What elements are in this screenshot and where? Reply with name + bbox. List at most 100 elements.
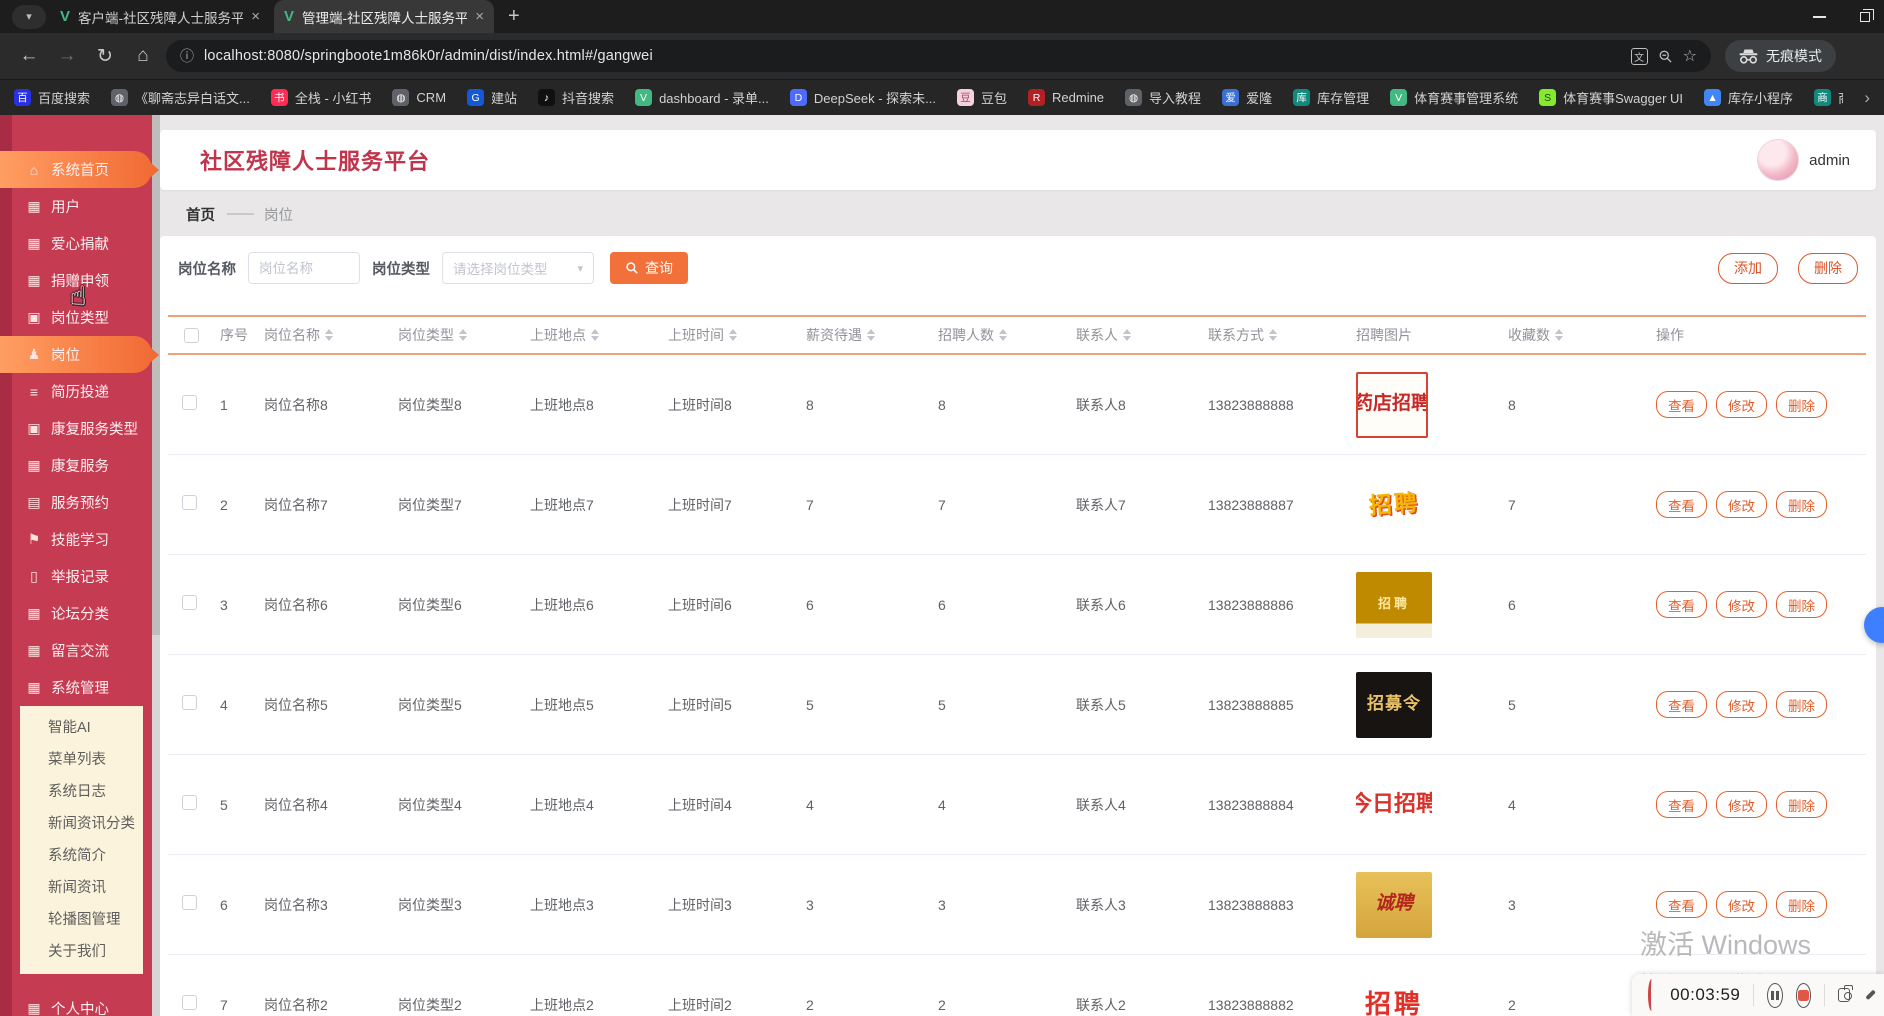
row-checkbox[interactable] [182, 895, 197, 910]
browser-tab[interactable]: V 客户端-社区残障人士服务平台 × [50, 0, 270, 33]
view-button[interactable]: 查看 [1656, 591, 1707, 618]
sidebar-subitem[interactable]: 菜单列表 [20, 744, 143, 776]
site-info-icon[interactable]: ⓘ [180, 46, 194, 66]
sidebar-item[interactable]: ▦ 个人中心 [0, 990, 152, 1016]
edit-button[interactable]: 修改 [1716, 891, 1767, 918]
recruit-poster-image[interactable]: 招聘 [1354, 469, 1434, 540]
edit-button[interactable]: 修改 [1716, 791, 1767, 818]
column-header[interactable]: 岗位名称 [248, 325, 382, 345]
edit-button[interactable]: 修改 [1716, 591, 1767, 618]
bookmark-item[interactable]: S 体育赛事Swagger UI [1539, 88, 1683, 107]
column-header[interactable]: 上班时间 [652, 325, 790, 345]
sidebar-item[interactable]: ▯ 举报记录 [0, 558, 152, 595]
view-button[interactable]: 查看 [1656, 891, 1707, 918]
row-checkbox[interactable] [182, 495, 197, 510]
stop-record-button[interactable] [1796, 983, 1812, 1008]
column-header[interactable]: 岗位类型 [382, 325, 514, 345]
column-header[interactable]: 上班地点 [514, 325, 652, 345]
url-bar[interactable]: ⓘ localhost:8080/springboote1m86k0r/admi… [166, 40, 1711, 72]
forward-icon[interactable]: → [52, 45, 82, 67]
sidebar-item[interactable]: ♟ 岗位 [0, 336, 152, 373]
bookmark-item[interactable]: 豆 豆包 [957, 88, 1007, 107]
avatar[interactable] [1757, 139, 1799, 181]
row-checkbox[interactable] [182, 695, 197, 710]
view-button[interactable]: 查看 [1656, 391, 1707, 418]
reload-icon[interactable]: ↻ [90, 45, 120, 68]
row-delete-button[interactable]: 删除 [1776, 391, 1827, 418]
screenshot-camera-icon[interactable] [1838, 988, 1850, 1002]
bookmark-item[interactable]: 百 百度搜索 [14, 88, 90, 107]
column-header[interactable]: 序号 [204, 325, 248, 345]
sidebar-item[interactable]: ⌂ 系统首页 [0, 151, 152, 188]
sidebar-item[interactable]: ▦ 留言交流 [0, 632, 152, 669]
sort-icon[interactable] [1269, 329, 1277, 341]
recruit-poster-image[interactable]: 招聘 [1356, 572, 1432, 638]
new-tab-button[interactable]: + [508, 5, 520, 28]
sidebar-subitem[interactable]: 系统简介 [20, 840, 143, 872]
sidebar-item[interactable]: ▦ 康复服务 [0, 447, 152, 484]
row-checkbox[interactable] [182, 595, 197, 610]
row-checkbox[interactable] [182, 795, 197, 810]
bookmark-item[interactable]: 库 库存管理 [1293, 88, 1369, 107]
row-delete-button[interactable]: 删除 [1776, 491, 1827, 518]
sort-icon[interactable] [999, 329, 1007, 341]
zoom-out-icon[interactable] [1658, 49, 1673, 64]
column-header[interactable] [168, 328, 204, 343]
bookmark-item[interactable]: ◍ 导入教程 [1125, 88, 1201, 107]
sidebar-item[interactable]: ▦ 用户 [0, 188, 152, 225]
sidebar-item[interactable]: ▣ 康复服务类型 [0, 410, 152, 447]
recruit-poster-image[interactable]: 招募令 [1356, 672, 1432, 738]
view-button[interactable]: 查看 [1656, 791, 1707, 818]
column-header[interactable]: 招聘人数 [922, 325, 1060, 345]
sidebar-item[interactable]: ▦ 系统管理 [0, 669, 152, 706]
column-header[interactable]: 招聘图片 [1340, 325, 1492, 345]
sidebar-scrollbar[interactable] [152, 115, 160, 1016]
row-checkbox[interactable] [182, 395, 197, 410]
bookmark-item[interactable]: 书 全栈 - 小红书 [271, 88, 372, 107]
row-delete-button[interactable]: 删除 [1776, 891, 1827, 918]
sidebar-subitem[interactable]: 轮播图管理 [20, 904, 143, 936]
recruit-poster-image[interactable]: 诚聘 [1356, 872, 1432, 938]
bookmarks-overflow-icon[interactable]: › [1864, 88, 1870, 108]
sidebar-item[interactable]: ≡ 简历投递 [0, 373, 152, 410]
sort-icon[interactable] [1123, 329, 1131, 341]
browser-tab[interactable]: V 管理端-社区残障人士服务平台 × [274, 0, 494, 33]
back-icon[interactable]: ← [14, 45, 44, 67]
user-menu[interactable]: admin [1757, 139, 1850, 181]
job-type-select[interactable]: 请选择岗位类型 ▾ [442, 252, 594, 284]
job-name-input[interactable] [248, 252, 360, 284]
select-all-checkbox[interactable] [184, 328, 199, 343]
sidebar-subitem[interactable]: 新闻资讯 [20, 872, 143, 904]
recruit-poster-image[interactable]: 药店招聘 [1356, 372, 1428, 438]
bookmark-item[interactable]: ♪ 抖音搜索 [538, 88, 614, 107]
sidebar-subitem[interactable]: 关于我们 [20, 936, 143, 968]
bookmark-item[interactable]: R Redmine [1028, 89, 1104, 106]
bookmark-star-icon[interactable]: ☆ [1683, 46, 1697, 66]
home-icon[interactable]: ⌂ [128, 45, 158, 67]
sidebar-item[interactable]: ▤ 服务预约 [0, 484, 152, 521]
bookmark-item[interactable]: ◍ 《聊斋志异白话文... [111, 88, 250, 107]
column-header[interactable]: 薪资待遇 [790, 325, 922, 345]
edit-button[interactable]: 修改 [1716, 491, 1767, 518]
search-button[interactable]: 查询 [610, 252, 688, 284]
tab-close-icon[interactable]: × [251, 8, 260, 25]
bookmark-item[interactable]: D DeepSeek - 探索未... [790, 88, 936, 107]
sidebar-item[interactable]: ⚑ 技能学习 [0, 521, 152, 558]
sort-icon[interactable] [1555, 329, 1563, 341]
column-header[interactable]: 联系方式 [1192, 325, 1340, 345]
row-delete-button[interactable]: 删除 [1776, 591, 1827, 618]
row-delete-button[interactable]: 删除 [1776, 691, 1827, 718]
sort-icon[interactable] [729, 329, 737, 341]
view-button[interactable]: 查看 [1656, 691, 1707, 718]
sidebar-item[interactable]: ▦ 爱心捐献 [0, 225, 152, 262]
row-checkbox[interactable] [182, 995, 197, 1010]
sidebar-subitem[interactable]: 系统日志 [20, 776, 143, 808]
tab-close-icon[interactable]: × [475, 8, 484, 25]
recruit-poster-image[interactable]: 招聘 [1356, 972, 1432, 1016]
sort-icon[interactable] [867, 329, 875, 341]
sort-icon[interactable] [459, 329, 467, 341]
bookmark-item[interactable]: ◍ CRM [392, 89, 446, 106]
bookmark-item[interactable]: ▲ 库存小程序 [1704, 88, 1793, 107]
row-delete-button[interactable]: 删除 [1776, 791, 1827, 818]
bookmark-item[interactable]: V 体育赛事管理系统 [1390, 88, 1518, 107]
